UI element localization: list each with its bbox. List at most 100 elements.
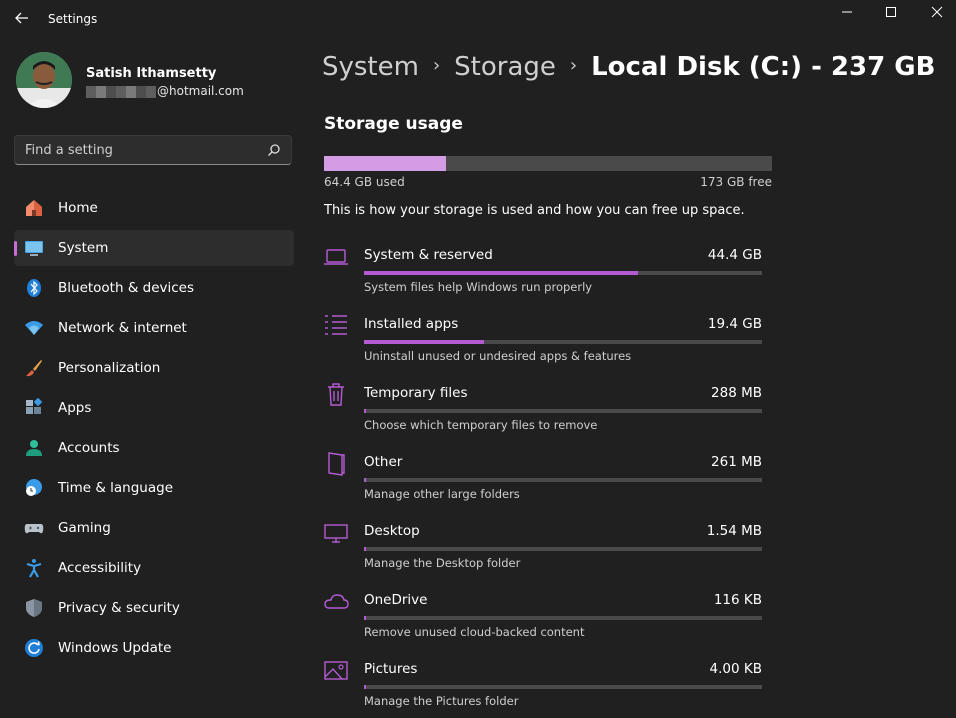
category-bar (364, 547, 762, 551)
nav-item-accessibility[interactable]: Accessibility (14, 550, 294, 586)
category-size: 116 KB (713, 592, 762, 608)
category-name: Installed apps (364, 316, 459, 332)
nav-label-network: Network & internet (58, 320, 187, 336)
category-subtitle: Manage other large folders (364, 487, 520, 501)
category-size: 261 MB (711, 454, 762, 470)
category-bar (364, 685, 762, 689)
nav-item-system[interactable]: System (14, 230, 294, 266)
accessibility-icon (26, 559, 42, 578)
category-installed-apps[interactable]: Installed apps 19.4 GB Uninstall unused … (322, 311, 764, 373)
search-input[interactable]: Find a setting (14, 135, 292, 165)
user-email: @hotmail.com (86, 84, 244, 98)
category-bar (364, 409, 762, 413)
accounts-icon (26, 440, 42, 456)
category-other[interactable]: Other 261 MB Manage other large folders (322, 449, 764, 511)
email-suffix: @hotmail.com (157, 84, 244, 98)
category-subtitle: Uninstall unused or undesired apps & fea… (364, 349, 632, 363)
category-desktop[interactable]: Desktop 1.54 MB Manage the Desktop folde… (322, 518, 764, 580)
update-icon (25, 639, 43, 657)
cloud-icon (324, 594, 349, 609)
category-bar-fill (364, 271, 639, 275)
category-bar-fill (364, 685, 366, 689)
category-bar-fill (364, 478, 366, 482)
minimize-icon (842, 11, 852, 13)
breadcrumb-system[interactable]: System (322, 52, 419, 82)
nav-item-windows-update[interactable]: Windows Update (14, 630, 294, 666)
category-bar (364, 271, 762, 275)
category-bar-fill (364, 547, 366, 551)
globe-clock-icon (26, 479, 42, 496)
category-temporary-files[interactable]: Temporary files 288 MB Choose which temp… (322, 380, 764, 442)
category-subtitle: Manage the Desktop folder (364, 556, 521, 570)
nav-item-gaming[interactable]: Gaming (14, 510, 294, 546)
close-button[interactable] (914, 0, 956, 24)
maximize-button[interactable] (868, 0, 914, 24)
category-size: 4.00 KB (709, 661, 762, 677)
breadcrumb-chevron-icon: › (432, 55, 441, 76)
category-system-reserved[interactable]: System & reserved 44.4 GB System files h… (322, 242, 764, 304)
category-bar-fill (364, 409, 366, 413)
category-name: Desktop (364, 523, 420, 539)
nav-item-accounts[interactable]: Accounts (14, 430, 294, 466)
gamepad-icon (24, 524, 44, 534)
system-icon (25, 241, 43, 256)
category-name: System & reserved (364, 247, 493, 263)
nav-label-system: System (58, 240, 109, 256)
nav-item-time-language[interactable]: Time & language (14, 470, 294, 506)
nav-label-time-language: Time & language (58, 480, 174, 496)
nav-item-privacy[interactable]: Privacy & security (14, 590, 294, 626)
used-label: 64.4 GB used (324, 175, 405, 189)
nav-label-accounts: Accounts (58, 440, 120, 456)
laptop-icon (324, 249, 348, 265)
folder-icon (328, 452, 345, 476)
list-icon (325, 315, 347, 335)
nav-item-apps[interactable]: Apps (14, 390, 294, 426)
category-bar-fill (364, 616, 366, 620)
nav-label-gaming: Gaming (58, 520, 111, 536)
nav-label-personalization: Personalization (58, 360, 161, 376)
avatar[interactable] (16, 52, 72, 108)
search-placeholder: Find a setting (25, 143, 113, 158)
bluetooth-icon (27, 279, 41, 297)
user-name: Satish Ithamsetty (86, 66, 217, 81)
category-name: Temporary files (364, 385, 468, 401)
nav-label-home: Home (58, 200, 98, 216)
breadcrumb: System › Storage › Local Disk (C:) - 237 GB (322, 52, 935, 82)
category-name: Other (364, 454, 403, 470)
maximize-icon (886, 7, 896, 17)
nav-label-accessibility: Accessibility (58, 560, 142, 576)
avatar-photo (16, 52, 72, 108)
nav-item-network[interactable]: Network & internet (14, 310, 294, 346)
email-redaction (86, 85, 156, 98)
category-subtitle: Choose which temporary files to remove (364, 418, 598, 432)
nav-label-privacy: Privacy & security (58, 600, 180, 616)
wifi-icon (25, 321, 43, 335)
breadcrumb-storage[interactable]: Storage (454, 52, 556, 82)
search-icon (268, 144, 280, 156)
category-name: Pictures (364, 661, 418, 677)
title-bar: Settings (0, 0, 956, 36)
category-pictures[interactable]: Pictures 4.00 KB Manage the Pictures fol… (322, 656, 764, 718)
free-label: 173 GB free (700, 175, 772, 189)
back-arrow-icon (15, 12, 28, 24)
nav-label-apps: Apps (58, 400, 92, 416)
nav-label-bluetooth: Bluetooth & devices (58, 280, 195, 296)
category-onedrive[interactable]: OneDrive 116 KB Remove unused cloud-back… (322, 587, 764, 649)
storage-description: This is how your storage is used and how… (324, 203, 745, 218)
category-size: 288 MB (711, 385, 762, 401)
back-button[interactable] (12, 8, 32, 28)
storage-usage-bar (324, 156, 772, 171)
category-bar (364, 340, 762, 344)
category-subtitle: System files help Windows run properly (364, 280, 593, 294)
brush-icon (26, 360, 42, 377)
monitor-icon (324, 524, 348, 543)
pictures-icon (324, 661, 348, 680)
minimize-button[interactable] (824, 0, 870, 24)
category-size: 1.54 MB (706, 523, 762, 539)
apps-icon (26, 398, 43, 414)
breadcrumb-chevron-icon: › (569, 55, 578, 76)
storage-usage-fill (324, 156, 446, 171)
nav-item-bluetooth[interactable]: Bluetooth & devices (14, 270, 294, 306)
nav-item-personalization[interactable]: Personalization (14, 350, 294, 386)
nav-item-home[interactable]: Home (14, 190, 294, 226)
